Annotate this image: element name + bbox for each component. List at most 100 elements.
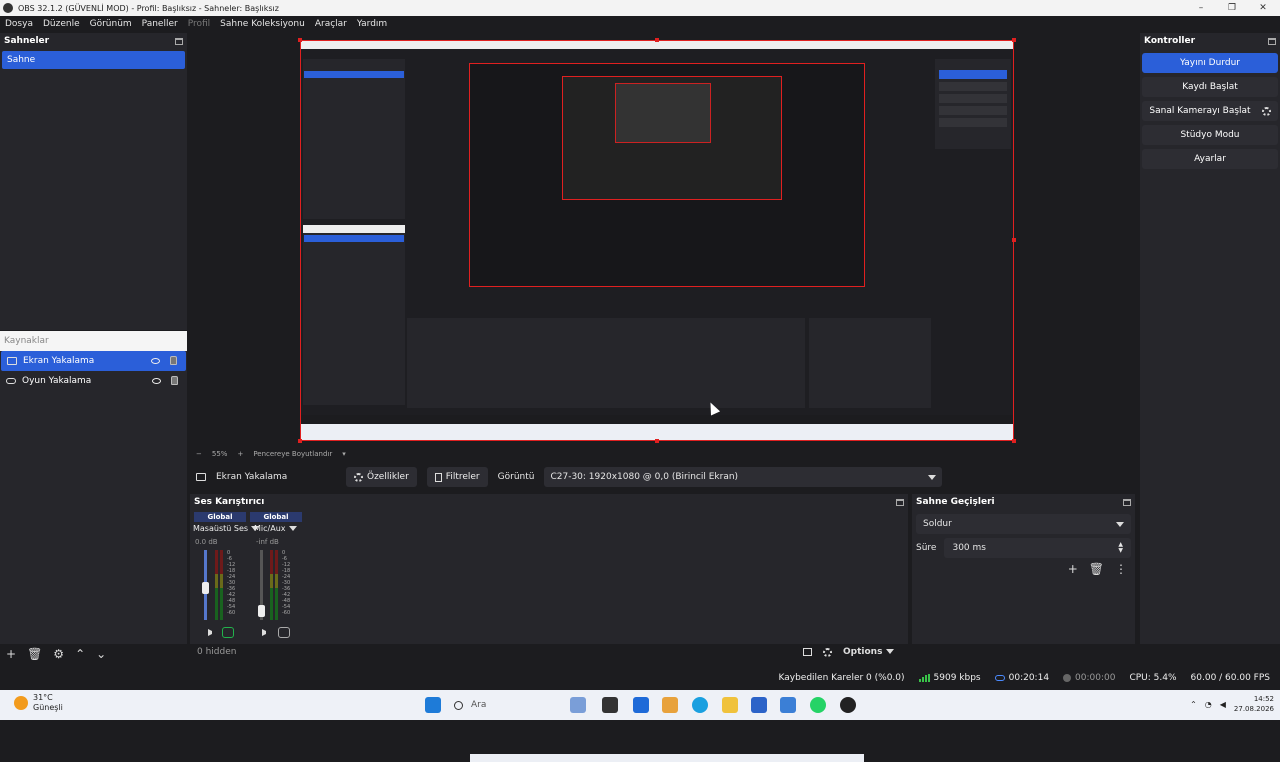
options-button[interactable]: Options: [843, 647, 894, 657]
gear-icon[interactable]: [823, 647, 832, 657]
app-icon[interactable]: [780, 697, 796, 713]
network-icon[interactable]: ◔: [1205, 700, 1212, 709]
undock-icon[interactable]: [1123, 498, 1131, 506]
browser-icon[interactable]: [692, 697, 708, 713]
taskbar-search[interactable]: Ara: [454, 696, 564, 714]
audio-mixer-dock: Ses Karıştırıcı Global Masaüstü Ses 0.0 …: [190, 494, 908, 644]
minimize-button[interactable]: –: [1186, 0, 1216, 16]
app-icon[interactable]: [602, 697, 618, 713]
level-meter: [275, 550, 278, 620]
start-virtual-camera-button[interactable]: Sanal Kamerayı Başlat: [1142, 101, 1278, 121]
clock-date: 27.08.2026: [1233, 705, 1274, 713]
folder-icon[interactable]: [722, 697, 738, 713]
remove-scene-button[interactable]: 🗑: [27, 647, 42, 661]
remove-transition-button[interactable]: 🗑: [1089, 562, 1104, 576]
sources-dock-header: Kaynaklar: [0, 331, 187, 351]
speaker-icon[interactable]: [262, 629, 270, 636]
layout-icon[interactable]: [803, 648, 812, 656]
properties-button[interactable]: Özellikler: [346, 467, 417, 487]
menu-scene-collection[interactable]: Sahne Koleksiyonu: [215, 19, 310, 29]
menu-file[interactable]: Dosya: [0, 19, 38, 29]
transitions-header: Sahne Geçişleri: [912, 494, 1135, 510]
move-down-button[interactable]: ⌄: [96, 647, 106, 661]
display-select[interactable]: C27-30: 1920x1080 @ 0,0 (Birincil Ekran): [544, 467, 943, 487]
settings-button[interactable]: Ayarlar: [1142, 149, 1278, 169]
scene-item[interactable]: Sahne: [2, 51, 185, 69]
visibility-eye-icon[interactable]: [151, 358, 160, 364]
nested-context-bar: [407, 305, 929, 317]
lock-icon[interactable]: [170, 356, 177, 365]
obs-app-icon[interactable]: [840, 697, 856, 713]
app-icon[interactable]: [751, 697, 767, 713]
maximize-button[interactable]: ❐: [1217, 0, 1247, 16]
move-up-button[interactable]: ⌃: [75, 647, 85, 661]
chevron-down-icon: [1116, 521, 1124, 527]
monitor-toggle-mic[interactable]: [278, 627, 290, 638]
add-scene-button[interactable]: +: [6, 647, 16, 661]
gear-icon[interactable]: [1262, 106, 1271, 116]
bitrate-indicator: 5909 kbps: [918, 673, 981, 683]
zoom-out-button[interactable]: −: [196, 450, 202, 458]
menu-profile[interactable]: Profil: [183, 19, 215, 29]
audio-mixer-title: Ses Karıştırıcı: [194, 497, 265, 507]
channel-name-desktop[interactable]: Masaüstü Ses: [193, 524, 260, 533]
scene-settings-button[interactable]: ⚙: [53, 647, 64, 661]
menu-help[interactable]: Yardım: [352, 19, 392, 29]
transition-menu-button[interactable]: ⋮: [1115, 562, 1127, 576]
nested-mixer: [407, 318, 805, 408]
monitor-toggle-desktop[interactable]: [222, 627, 234, 638]
nested-sources-dock: [303, 225, 405, 405]
duration-spinbox[interactable]: 300 ms ▲ ▼: [944, 538, 1131, 558]
monitor-icon: [196, 473, 206, 481]
app-icon[interactable]: [662, 697, 678, 713]
menu-docks[interactable]: Paneller: [137, 19, 183, 29]
weather-widget[interactable]: 31°C Güneşli: [14, 693, 63, 713]
zoom-in-button[interactable]: +: [237, 450, 243, 458]
menu-edit[interactable]: Düzenle: [38, 19, 85, 29]
status-bar: Kaybedilen Kareler 0 (%0.0) 5909 kbps 00…: [0, 669, 1280, 687]
menu-tools[interactable]: Araçlar: [310, 19, 352, 29]
chevron-down-icon: [928, 474, 937, 480]
app-icon[interactable]: [570, 697, 586, 713]
stop-streaming-button[interactable]: Yayını Durdur: [1142, 53, 1278, 73]
volume-icon[interactable]: ◀: [1220, 700, 1226, 709]
transitions-toolbar: + 🗑 ⋮: [1068, 562, 1127, 576]
filters-button[interactable]: Filtreler: [426, 467, 488, 487]
menu-view[interactable]: Görünüm: [85, 19, 137, 29]
cpu-usage: CPU: 5.4%: [1129, 673, 1177, 683]
studio-mode-button[interactable]: Stüdyo Modu: [1142, 125, 1278, 145]
nested-preview-deep: [562, 76, 782, 200]
fit-to-window-button[interactable]: Pencereye Boyutlandır: [253, 450, 332, 458]
display-label: Görüntü: [497, 472, 535, 482]
volume-slider-mic[interactable]: [258, 550, 265, 620]
close-button[interactable]: ✕: [1248, 0, 1278, 16]
clock[interactable]: 14:52 27.08.2026: [1234, 694, 1274, 714]
nested-controls-dock: [935, 59, 1011, 149]
dropped-frames: Kaybedilen Kareler 0 (%0.0): [778, 673, 905, 683]
undock-icon[interactable]: [896, 498, 904, 506]
channel-name-mic[interactable]: Mic/Aux: [254, 524, 297, 533]
source-item-game-capture[interactable]: Oyun Yakalama: [0, 371, 187, 391]
whatsapp-icon[interactable]: [810, 697, 826, 713]
fps-indicator: 60.00 / 60.00 FPS: [1190, 673, 1270, 683]
nested-preview: [469, 63, 865, 762]
zoom-mode-caret[interactable]: ▾: [342, 450, 346, 458]
undock-icon[interactable]: [1268, 37, 1276, 45]
volume-slider-desktop[interactable]: [202, 550, 209, 620]
tray-caret-icon[interactable]: ⌃: [1190, 700, 1197, 709]
source-context-bar: Ekran Yakalama Özellikler Filtreler Görü…: [190, 464, 1135, 490]
undock-icon[interactable]: [175, 37, 183, 45]
visibility-eye-icon[interactable]: [152, 378, 161, 384]
transition-select[interactable]: Soldur: [916, 514, 1131, 534]
speaker-icon[interactable]: [208, 629, 216, 636]
start-recording-button[interactable]: Kaydı Başlat: [1142, 77, 1278, 97]
add-transition-button[interactable]: +: [1068, 562, 1078, 576]
app-icon[interactable]: [633, 697, 649, 713]
preview-canvas[interactable]: [298, 38, 1016, 762]
level-meter: [215, 550, 218, 620]
start-icon[interactable]: [425, 697, 441, 713]
source-item-screen-capture[interactable]: Ekran Yakalama: [1, 351, 186, 371]
spin-arrows-icon[interactable]: ▲ ▼: [1118, 542, 1123, 554]
weather-condition: Güneşli: [33, 703, 63, 712]
lock-icon[interactable]: [171, 376, 178, 385]
